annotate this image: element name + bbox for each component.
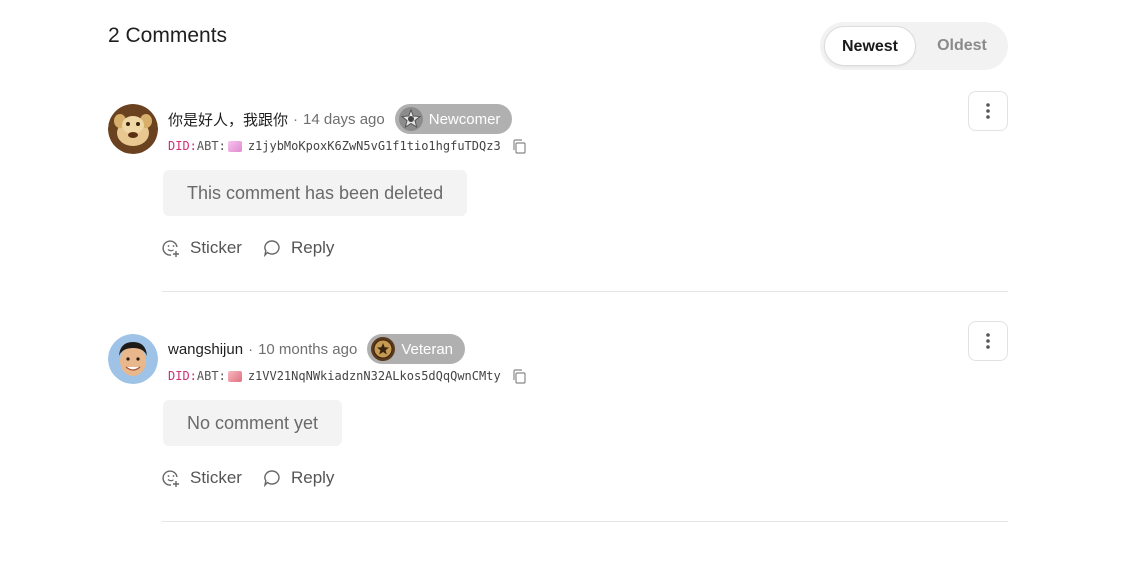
user-badge: Veteran xyxy=(367,334,466,364)
sticker-button[interactable]: Sticker xyxy=(161,238,242,258)
reply-icon xyxy=(263,240,280,258)
sticker-icon xyxy=(162,240,179,257)
reply-button[interactable]: Reply xyxy=(262,468,334,488)
more-vertical-icon xyxy=(986,103,990,119)
more-options-button[interactable] xyxy=(968,321,1008,361)
avatar[interactable] xyxy=(108,104,158,154)
sticker-label: Sticker xyxy=(190,468,242,487)
more-vertical-icon xyxy=(986,333,990,349)
newcomer-badge-icon xyxy=(398,107,423,131)
sticker-label: Sticker xyxy=(190,238,242,257)
did-prefix: DID: xyxy=(168,369,197,383)
separator-dot: · xyxy=(293,110,299,128)
more-options-button[interactable] xyxy=(968,91,1008,131)
avatar[interactable] xyxy=(108,334,158,384)
copy-icon[interactable] xyxy=(512,368,526,384)
timestamp: 14 days ago xyxy=(303,110,385,128)
sort-oldest-button[interactable]: Oldest xyxy=(920,26,1004,66)
did-value: z1VV21NqNWkiadznN32ALkos5dQqQwnCMty xyxy=(247,369,501,383)
comment-item: wangshijun · 10 months ago Veteran DID: … xyxy=(0,321,1124,564)
comment-body: This comment has been deleted xyxy=(163,170,468,216)
comment-actions: Sticker Reply xyxy=(161,466,354,490)
timestamp: 10 months ago xyxy=(258,340,358,358)
comments-count-title: 2 Comments xyxy=(108,24,228,47)
comment-actions: Sticker Reply xyxy=(161,236,354,260)
username[interactable]: 你是好人，我跟你 xyxy=(168,109,288,130)
did-address: DID: ABT: z1jybMoKpoxK6ZwN5vG1f1tio1hgfu… xyxy=(168,138,526,154)
divider xyxy=(162,291,1008,292)
did-value: z1jybMoKpoxK6ZwN5vG1f1tio1hgfuTDQz3 xyxy=(247,139,501,153)
did-prefix: DID: xyxy=(168,139,197,153)
reply-icon xyxy=(263,470,280,488)
did-abt: ABT: xyxy=(196,139,226,153)
reply-label: Reply xyxy=(290,238,335,257)
sort-toggle: Newest Oldest xyxy=(820,22,1008,70)
user-badge: Newcomer xyxy=(394,104,513,134)
reply-label: Reply xyxy=(290,468,335,487)
divider xyxy=(162,521,1008,522)
sticker-button[interactable]: Sticker xyxy=(161,468,242,488)
badge-label: Veteran xyxy=(401,340,454,358)
comment-meta: wangshijun · 10 months ago Veteran xyxy=(168,334,466,364)
separator-dot: · xyxy=(248,340,254,358)
veteran-badge-icon xyxy=(371,337,396,361)
comment-meta: 你是好人，我跟你 · 14 days ago Newcomer xyxy=(168,104,513,134)
reply-button[interactable]: Reply xyxy=(262,238,334,258)
comment-item: 你是好人，我跟你 · 14 days ago Newcomer DID: ABT… xyxy=(0,91,1124,334)
did-address: DID: ABT: z1VV21NqNWkiadznN32ALkos5dQqQw… xyxy=(168,368,526,384)
copy-icon[interactable] xyxy=(512,138,526,154)
username[interactable]: wangshijun xyxy=(168,341,243,358)
comment-body: No comment yet xyxy=(163,400,343,446)
sticker-icon xyxy=(162,470,179,487)
did-identicon xyxy=(227,140,242,152)
sort-newest-button[interactable]: Newest xyxy=(824,26,916,66)
did-identicon xyxy=(227,370,242,382)
badge-label: Newcomer xyxy=(428,110,501,128)
did-abt: ABT: xyxy=(196,369,226,383)
